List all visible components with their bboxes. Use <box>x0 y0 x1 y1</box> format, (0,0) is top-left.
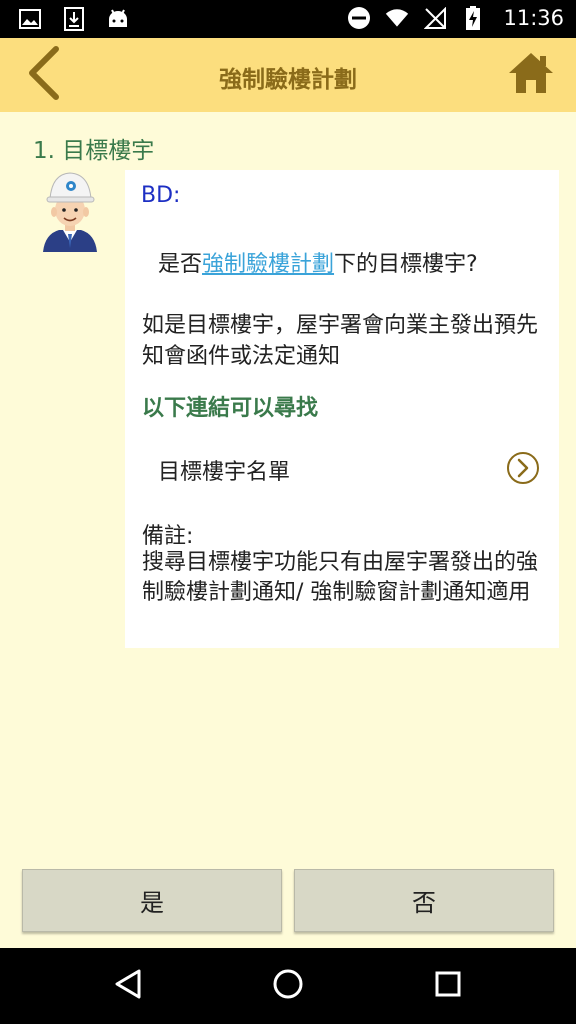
android-icon <box>106 7 130 31</box>
nav-home-button[interactable] <box>266 964 310 1008</box>
inspector-avatar <box>37 168 103 252</box>
page-title: 強制驗樓計劃 <box>219 67 357 93</box>
remark-title: 備註: <box>142 524 194 549</box>
battery-charging-icon <box>461 6 485 30</box>
status-bar: 11:36 <box>0 0 576 38</box>
home-icon <box>507 51 555 99</box>
question-suffix: 下的目標樓宇? <box>334 252 478 277</box>
circle-home-icon <box>272 968 304 1004</box>
target-buildings-list-link[interactable]: 目標樓宇名單 <box>142 445 552 491</box>
status-time: 11:36 <box>503 6 564 30</box>
nav-back-button[interactable] <box>106 964 150 1008</box>
speaker-label: BD: <box>141 183 181 208</box>
message-card: BD: 是否強制驗樓計劃下的目標樓宇? 如是目標樓宇，屋宇署會向業主發出預先知會… <box>125 170 559 648</box>
triangle-back-icon <box>113 968 143 1004</box>
remark-body: 搜尋目標樓宇功能只有由屋宇署發出的強制驗樓計劃通知/ 強制驗窗計劃通知適用 <box>142 550 539 605</box>
navigation-bar <box>0 948 576 1024</box>
do-not-disturb-icon <box>347 6 371 30</box>
links-heading: 以下連結可以尋找 <box>142 396 319 421</box>
question-number-label: 1. 目標樓宇 <box>33 138 155 164</box>
no-button[interactable]: 否 <box>294 869 554 932</box>
square-recents-icon <box>434 970 462 1002</box>
yes-button[interactable]: 是 <box>22 869 282 932</box>
question-text: 是否強制驗樓計劃下的目標樓宇? <box>158 246 478 278</box>
scheme-link[interactable]: 強制驗樓計劃 <box>202 252 334 277</box>
target-buildings-list-label: 目標樓宇名單 <box>158 460 291 485</box>
app-header: 強制驗樓計劃 <box>0 38 576 112</box>
question-prefix: 是否 <box>158 252 203 277</box>
wifi-icon <box>385 6 409 30</box>
no-sim-icon <box>423 6 447 30</box>
home-button[interactable] <box>506 50 556 100</box>
chevron-right-circle-icon <box>506 451 540 485</box>
download-icon <box>62 7 86 31</box>
info-text: 如是目標樓宇，屋宇署會向業主發出預先知會函件或法定通知 <box>142 313 539 369</box>
nav-recents-button[interactable] <box>426 964 470 1008</box>
image-icon <box>18 7 42 31</box>
